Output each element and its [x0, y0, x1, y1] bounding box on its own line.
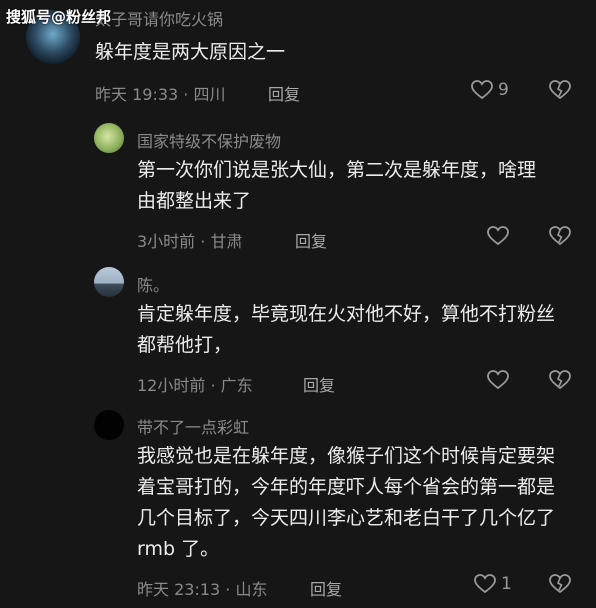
watermark: 搜狐号@粉丝邦	[6, 8, 112, 26]
reply-button[interactable]: 回复	[295, 228, 327, 252]
reply-button[interactable]: 回复	[310, 576, 342, 600]
broken-heart-icon	[549, 574, 571, 598]
avatar[interactable]	[94, 410, 124, 440]
like-count: 1	[501, 574, 512, 594]
dislike-button[interactable]	[549, 370, 571, 394]
comment-username[interactable]: 陈。	[137, 272, 169, 296]
comment-text: 肯定躲年度，毕竟现在火对他不好，算他不打粉丝都帮他打，	[137, 303, 556, 356]
like-count: 9	[498, 80, 509, 100]
comment-username[interactable]: 太子哥请你吃火锅	[95, 6, 223, 30]
comment-text: 躲年度是两大原因之一	[95, 41, 286, 63]
comment-meta: 昨天 19:33 · 四川	[95, 85, 226, 104]
comment-meta: 3小时前 · 甘肃	[137, 232, 243, 251]
comment-meta: 12小时前 · 广东	[137, 376, 253, 395]
comment-username[interactable]: 带不了一点彩虹	[137, 414, 249, 438]
reply-button[interactable]: 回复	[268, 81, 300, 105]
like-button[interactable]: 1	[474, 574, 512, 594]
heart-outline-icon	[474, 574, 496, 594]
like-button[interactable]	[487, 226, 509, 246]
broken-heart-icon	[549, 226, 571, 250]
like-button[interactable]: 9	[471, 80, 509, 100]
dislike-button[interactable]	[549, 80, 571, 104]
heart-outline-icon	[487, 226, 509, 246]
avatar[interactable]	[94, 267, 124, 297]
heart-outline-icon	[487, 370, 509, 390]
dislike-button[interactable]	[549, 226, 571, 250]
heart-outline-icon	[471, 80, 493, 100]
dislike-button[interactable]	[549, 574, 571, 598]
comment-text: 第一次你们说是张大仙，第二次是躲年度，啥理由都整出来了	[137, 159, 537, 212]
comment-username[interactable]: 国家特级不保护废物	[137, 128, 281, 152]
comment-meta: 昨天 23:13 · 山东	[137, 580, 268, 599]
avatar[interactable]	[94, 123, 124, 153]
like-button[interactable]	[487, 370, 509, 390]
reply-button[interactable]: 回复	[303, 372, 335, 396]
comment-text: 我感觉也是在躲年度，像猴子们这个时候肯定要架着宝哥打的，今年的年度吓人每个省会的…	[137, 445, 556, 560]
broken-heart-icon	[549, 370, 571, 394]
broken-heart-icon	[549, 80, 571, 104]
